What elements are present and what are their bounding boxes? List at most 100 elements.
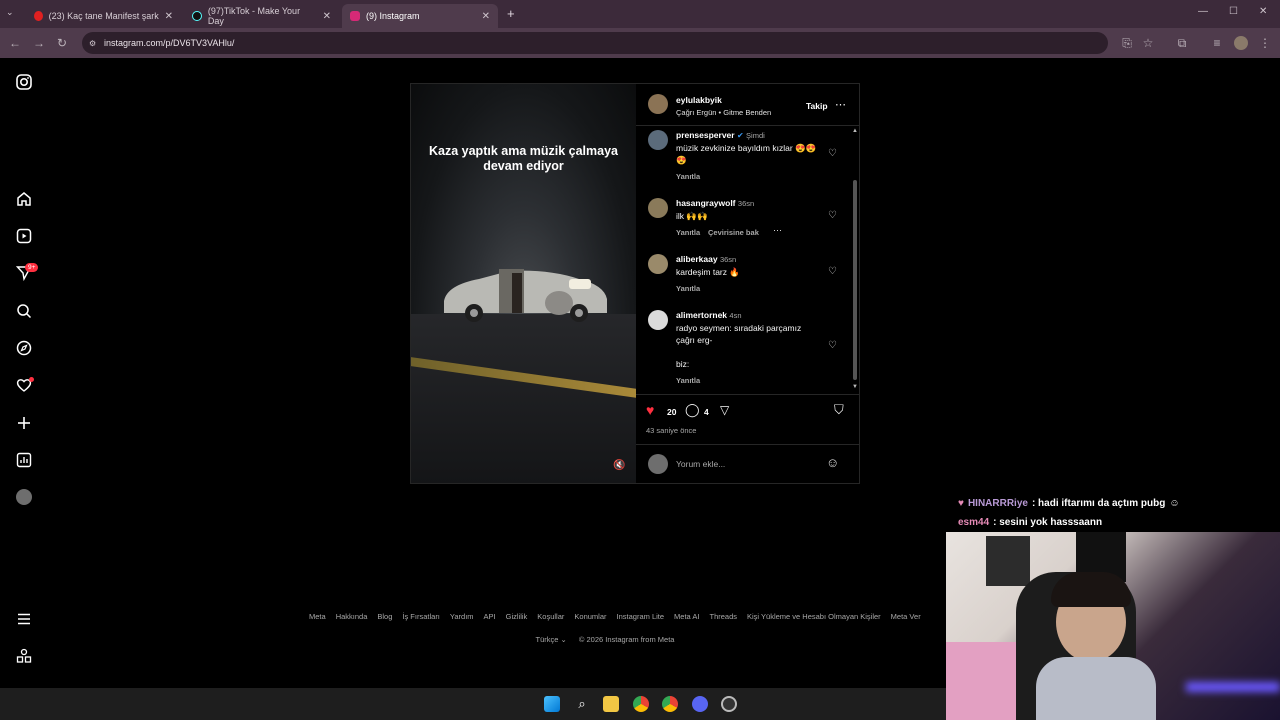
share-icon[interactable]: ▽ xyxy=(720,403,729,417)
like-comment-icon[interactable]: ♡ xyxy=(828,340,837,351)
create-icon[interactable] xyxy=(16,415,32,431)
comment-icon[interactable]: ◯ xyxy=(685,402,700,418)
comment-time: 4sn xyxy=(729,311,742,320)
back-icon[interactable]: ← xyxy=(8,36,22,50)
footer-link[interactable]: Koşullar xyxy=(537,612,564,621)
also-from-meta-icon[interactable] xyxy=(16,648,32,664)
like-comment-icon[interactable]: ♡ xyxy=(828,210,837,221)
dashboard-icon[interactable] xyxy=(16,452,32,468)
reply-link[interactable]: Yanıtla xyxy=(676,172,700,181)
language-label: Türkçe xyxy=(535,635,559,644)
maximize-icon[interactable]: ☐ xyxy=(1229,6,1238,17)
author-avatar[interactable] xyxy=(648,94,668,114)
footer-link[interactable]: API xyxy=(484,612,496,621)
save-bookmark-icon[interactable]: ⛉ xyxy=(834,402,844,418)
reload-icon[interactable]: ↻ xyxy=(55,36,69,50)
mute-icon[interactable]: 🔇 xyxy=(613,460,625,471)
language-select[interactable]: Türkçe ⌄ xyxy=(536,635,567,644)
tab-label: (97)TikTok - Make Your Day xyxy=(207,6,301,26)
footer-link[interactable]: Meta AI xyxy=(674,612,699,621)
chrome-profile-icon[interactable] xyxy=(662,696,678,712)
minimize-icon[interactable]: — xyxy=(1198,6,1208,17)
post-header: eylulakbyik Çağrı Ergün • Gitme Benden T… xyxy=(636,84,860,126)
comment-avatar[interactable] xyxy=(648,198,668,218)
footer-link[interactable]: İş Fırsatları xyxy=(402,612,440,621)
footer-link[interactable]: Hakkında xyxy=(336,612,368,621)
comment-item: aliberkaay 36sn kardeşim tarz 🔥 ♡ Yanıtl… xyxy=(636,254,851,304)
home-icon[interactable] xyxy=(16,191,32,207)
tab-search-icon[interactable]: ⌄ xyxy=(6,7,14,18)
footer-link[interactable]: Gizlilik xyxy=(506,612,528,621)
close-icon[interactable]: ✕ xyxy=(323,11,331,22)
comment-username[interactable]: prensesperver xyxy=(676,130,735,140)
comment-avatar[interactable] xyxy=(648,130,668,150)
reply-link[interactable]: Yanıtla xyxy=(676,228,700,237)
file-explorer-icon[interactable] xyxy=(603,696,619,712)
close-icon[interactable]: ✕ xyxy=(482,11,490,22)
footer-link[interactable]: Yardım xyxy=(450,612,474,621)
footer-link[interactable]: Threads xyxy=(709,612,737,621)
footer-link[interactable]: Blog xyxy=(377,612,392,621)
comment-avatar[interactable] xyxy=(648,310,668,330)
site-info-icon[interactable]: ⚙ xyxy=(89,39,96,48)
like-heart-icon[interactable]: ♥ xyxy=(646,402,654,418)
url-field[interactable]: ⚙ instagram.com/p/DV6TV3VAHlu/ xyxy=(82,32,1108,54)
verified-badge-icon: ✔ xyxy=(736,131,744,140)
profile-avatar[interactable] xyxy=(16,489,32,505)
obs-icon[interactable] xyxy=(721,696,737,712)
comment-time: Şimdi xyxy=(746,131,765,140)
footer-link[interactable]: Meta xyxy=(309,612,326,621)
explore-icon[interactable] xyxy=(16,340,32,356)
comment-username[interactable]: aliberkaay xyxy=(676,254,718,264)
media-icon[interactable]: ≡ xyxy=(1210,36,1224,50)
reply-link[interactable]: Yanıtla xyxy=(676,284,700,293)
comments-scrollbar[interactable]: ▲ ▼ xyxy=(851,128,859,393)
address-bar: ← → ↻ ⚙ instagram.com/p/DV6TV3VAHlu/ ⎘ ☆… xyxy=(0,28,1280,58)
like-comment-icon[interactable]: ♡ xyxy=(828,266,837,277)
comment-avatar[interactable] xyxy=(648,254,668,274)
emoji-icon[interactable]: ☺ xyxy=(826,455,839,470)
comment-input[interactable]: Yorum ekle... xyxy=(676,459,725,469)
comment-options-icon[interactable]: ⋯ xyxy=(773,225,782,236)
author-username[interactable]: eylulakbyik xyxy=(676,95,722,105)
streamer-shirt xyxy=(1036,657,1156,720)
extensions-icon[interactable]: ⧉ xyxy=(1175,36,1189,50)
comment-username[interactable]: hasangraywolf xyxy=(676,198,736,208)
tab-tiktok[interactable]: (97)TikTok - Make Your Day ✕ xyxy=(184,4,339,28)
music-link[interactable]: Çağrı Ergün • Gitme Benden xyxy=(676,108,771,117)
chat-badge-icon: ♥ xyxy=(958,498,964,509)
footer-link[interactable]: Kişi Yükleme ve Hesabı Olmayan Kişiler xyxy=(747,612,881,621)
tab-instagram[interactable]: (9) Instagram ✕ xyxy=(342,4,498,28)
footer-link[interactable]: Meta Ver xyxy=(891,612,921,621)
footer-link[interactable]: Instagram Lite xyxy=(617,612,665,621)
more-options-icon[interactable]: ⋯ xyxy=(835,98,846,111)
post-video[interactable]: Kaza yaptık ama müzik çalmaya devam ediy… xyxy=(411,84,636,483)
translate-link[interactable]: Çevirisine bak xyxy=(708,228,759,237)
reels-icon[interactable] xyxy=(16,228,32,244)
chrome-icon[interactable] xyxy=(633,696,649,712)
bookmark-star-icon[interactable]: ☆ xyxy=(1141,36,1155,50)
install-app-icon[interactable]: ⎘ xyxy=(1120,36,1134,50)
comment-username[interactable]: alimertornek xyxy=(676,310,727,320)
like-comment-icon[interactable]: ♡ xyxy=(828,148,837,159)
pink-blanket xyxy=(946,642,1016,720)
reply-link[interactable]: Yanıtla xyxy=(676,376,700,385)
more-menu-icon[interactable] xyxy=(16,611,32,627)
footer-link[interactable]: Konumlar xyxy=(574,612,606,621)
search-icon[interactable] xyxy=(16,303,32,319)
menu-icon[interactable]: ⋮ xyxy=(1258,36,1272,50)
comment-item: alimertornek 4sn radyo seymen: sıradaki … xyxy=(636,310,851,390)
search-icon[interactable]: ⌕ xyxy=(574,696,590,712)
profile-avatar[interactable] xyxy=(1234,36,1248,50)
comment-text: ilk 🙌🙌 xyxy=(676,211,708,221)
stream-chat-overlay: ♥ HINARRRiye : hadi iftarımı da açtım pu… xyxy=(958,494,1280,532)
windows-start-icon[interactable] xyxy=(544,696,560,712)
follow-button[interactable]: Takip xyxy=(806,101,828,111)
close-window-icon[interactable]: ✕ xyxy=(1259,6,1267,17)
discord-icon[interactable] xyxy=(692,696,708,712)
forward-icon[interactable]: → xyxy=(32,36,46,50)
close-icon[interactable]: ✕ xyxy=(165,11,173,22)
tab-youtube[interactable]: (23) Kaç tane Manifest şarkısı b ✕ xyxy=(26,4,181,28)
new-tab-icon[interactable]: + xyxy=(507,6,515,21)
instagram-logo-icon[interactable] xyxy=(16,74,32,90)
